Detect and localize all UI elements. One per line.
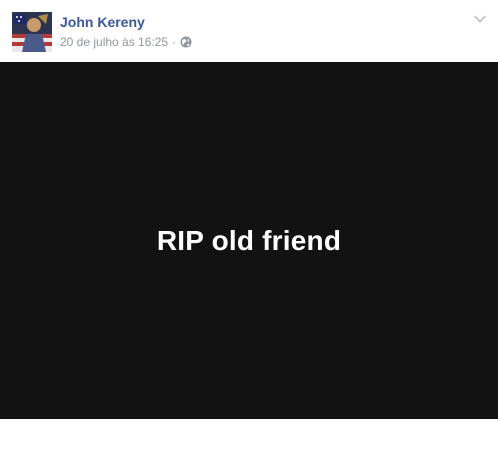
chevron-down-icon xyxy=(474,15,486,23)
post-text: RIP old friend xyxy=(156,224,342,256)
author-name[interactable]: John Kereny xyxy=(60,13,145,31)
post-meta: 20 de julho às 16:25 · xyxy=(60,34,192,50)
post-options-button[interactable] xyxy=(472,12,488,26)
post-text-card[interactable]: RIP old friend xyxy=(0,62,498,419)
post-timestamp[interactable]: 20 de julho às 16:25 xyxy=(60,35,168,49)
avatar-image xyxy=(12,12,52,52)
post-footer xyxy=(0,419,498,456)
post-header: John Kereny 20 de julho às 16:25 · xyxy=(0,0,498,62)
meta-separator: · xyxy=(172,35,177,49)
avatar[interactable] xyxy=(12,12,52,52)
globe-icon[interactable] xyxy=(180,36,192,48)
